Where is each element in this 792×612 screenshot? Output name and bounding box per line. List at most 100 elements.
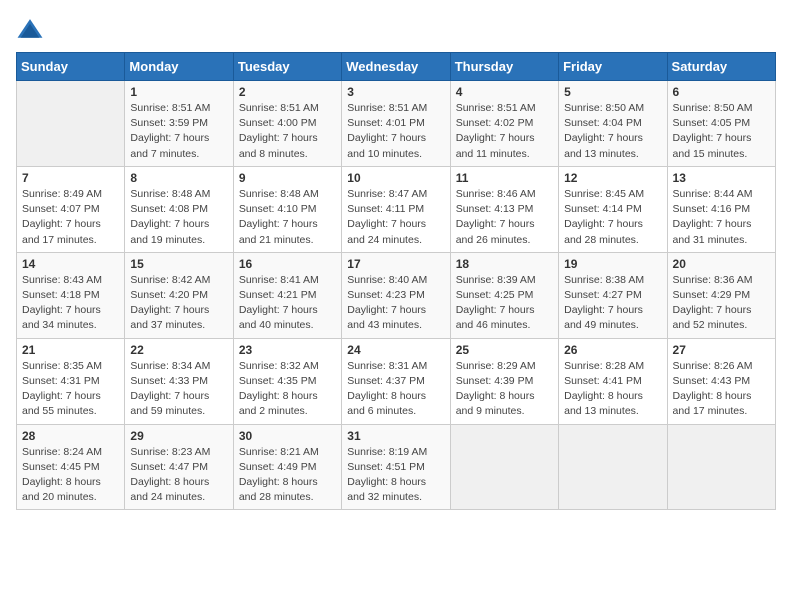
calendar-cell: 24 Sunrise: 8:31 AMSunset: 4:37 PMDayligh… xyxy=(342,338,450,424)
day-number: 15 xyxy=(130,257,227,271)
day-info: Sunrise: 8:50 AMSunset: 4:05 PMDaylight:… xyxy=(673,101,770,162)
calendar-cell: 7 Sunrise: 8:49 AMSunset: 4:07 PMDaylight… xyxy=(17,166,125,252)
calendar-cell: 29Sunrise: 8:23 AMSunset: 4:47 PMDayligh… xyxy=(125,424,233,510)
day-info: Sunrise: 8:48 AMSunset: 4:08 PMDaylight:… xyxy=(130,187,227,248)
header-wednesday: Wednesday xyxy=(342,53,450,81)
day-number: 7 xyxy=(22,171,119,185)
day-number: 10 xyxy=(347,171,444,185)
day-number: 18 xyxy=(456,257,553,271)
header-saturday: Saturday xyxy=(667,53,775,81)
calendar-cell: 18 Sunrise: 8:39 AMSunset: 4:25 PMDayligh… xyxy=(450,252,558,338)
day-info: Sunrise: 8:28 AMSunset: 4:41 PMDaylight:… xyxy=(564,359,661,420)
day-info: Sunrise: 8:41 AMSunset: 4:21 PMDaylight:… xyxy=(239,273,336,334)
days-header-row: SundayMondayTuesdayWednesdayThursdayFrid… xyxy=(17,53,776,81)
day-number: 26 xyxy=(564,343,661,357)
day-info: Sunrise: 8:39 AMSunset: 4:25 PMDaylight:… xyxy=(456,273,553,334)
day-info: Sunrise: 8:36 AMSunset: 4:29 PMDaylight:… xyxy=(673,273,770,334)
calendar-cell: 15Sunrise: 8:42 AMSunset: 4:20 PMDayligh… xyxy=(125,252,233,338)
day-info: Sunrise: 8:51 AMSunset: 4:02 PMDaylight:… xyxy=(456,101,553,162)
header-thursday: Thursday xyxy=(450,53,558,81)
day-number: 25 xyxy=(456,343,553,357)
day-number: 31 xyxy=(347,429,444,443)
day-number: 22 xyxy=(130,343,227,357)
day-number: 4 xyxy=(456,85,553,99)
day-info: Sunrise: 8:48 AMSunset: 4:10 PMDaylight:… xyxy=(239,187,336,248)
day-info: Sunrise: 8:23 AMSunset: 4:47 PMDaylight:… xyxy=(130,445,227,506)
day-number: 17 xyxy=(347,257,444,271)
header-monday: Monday xyxy=(125,53,233,81)
day-number: 21 xyxy=(22,343,119,357)
calendar-cell: 8 Sunrise: 8:48 AMSunset: 4:08 PMDaylight… xyxy=(125,166,233,252)
day-number: 1 xyxy=(130,85,227,99)
calendar-cell xyxy=(450,424,558,510)
day-info: Sunrise: 8:47 AMSunset: 4:11 PMDaylight:… xyxy=(347,187,444,248)
day-info: Sunrise: 8:44 AMSunset: 4:16 PMDaylight:… xyxy=(673,187,770,248)
day-number: 2 xyxy=(239,85,336,99)
day-info: Sunrise: 8:31 AMSunset: 4:37 PMDaylight:… xyxy=(347,359,444,420)
day-number: 13 xyxy=(673,171,770,185)
day-info: Sunrise: 8:24 AMSunset: 4:45 PMDaylight:… xyxy=(22,445,119,506)
day-number: 5 xyxy=(564,85,661,99)
week-row-5: 28 Sunrise: 8:24 AMSunset: 4:45 PMDayligh… xyxy=(17,424,776,510)
calendar-cell: 12 Sunrise: 8:45 AMSunset: 4:14 PMDayligh… xyxy=(559,166,667,252)
day-number: 27 xyxy=(673,343,770,357)
day-info: Sunrise: 8:51 AMSunset: 4:00 PMDaylight:… xyxy=(239,101,336,162)
day-number: 24 xyxy=(347,343,444,357)
day-number: 28 xyxy=(22,429,119,443)
calendar-cell: 11 Sunrise: 8:46 AMSunset: 4:13 PMDayligh… xyxy=(450,166,558,252)
calendar-cell: 22 Sunrise: 8:34 AMSunset: 4:33 PMDayligh… xyxy=(125,338,233,424)
day-number: 19 xyxy=(564,257,661,271)
calendar-cell: 9Sunrise: 8:48 AMSunset: 4:10 PMDaylight… xyxy=(233,166,341,252)
week-row-2: 7 Sunrise: 8:49 AMSunset: 4:07 PMDaylight… xyxy=(17,166,776,252)
calendar-cell: 30Sunrise: 8:21 AMSunset: 4:49 PMDayligh… xyxy=(233,424,341,510)
calendar-cell: 3 Sunrise: 8:51 AMSunset: 4:01 PMDaylight… xyxy=(342,81,450,167)
day-number: 20 xyxy=(673,257,770,271)
day-number: 12 xyxy=(564,171,661,185)
calendar-cell: 16Sunrise: 8:41 AMSunset: 4:21 PMDayligh… xyxy=(233,252,341,338)
header-friday: Friday xyxy=(559,53,667,81)
calendar-cell: 2 Sunrise: 8:51 AMSunset: 4:00 PMDaylight… xyxy=(233,81,341,167)
calendar-cell: 31 Sunrise: 8:19 AMSunset: 4:51 PMDayligh… xyxy=(342,424,450,510)
calendar-cell: 10 Sunrise: 8:47 AMSunset: 4:11 PMDayligh… xyxy=(342,166,450,252)
calendar-cell: 17 Sunrise: 8:40 AMSunset: 4:23 PMDayligh… xyxy=(342,252,450,338)
day-info: Sunrise: 8:46 AMSunset: 4:13 PMDaylight:… xyxy=(456,187,553,248)
logo xyxy=(16,16,48,44)
day-info: Sunrise: 8:43 AMSunset: 4:18 PMDaylight:… xyxy=(22,273,119,334)
day-number: 8 xyxy=(130,171,227,185)
day-info: Sunrise: 8:45 AMSunset: 4:14 PMDaylight:… xyxy=(564,187,661,248)
calendar-cell: 1 Sunrise: 8:51 AMSunset: 3:59 PMDaylight… xyxy=(125,81,233,167)
logo-icon xyxy=(16,16,44,44)
calendar-cell: 27 Sunrise: 8:26 AMSunset: 4:43 PMDayligh… xyxy=(667,338,775,424)
calendar-cell: 28 Sunrise: 8:24 AMSunset: 4:45 PMDayligh… xyxy=(17,424,125,510)
calendar-cell: 6 Sunrise: 8:50 AMSunset: 4:05 PMDaylight… xyxy=(667,81,775,167)
day-number: 23 xyxy=(239,343,336,357)
page-header xyxy=(16,16,776,44)
calendar-cell xyxy=(559,424,667,510)
day-info: Sunrise: 8:40 AMSunset: 4:23 PMDaylight:… xyxy=(347,273,444,334)
day-info: Sunrise: 8:51 AMSunset: 4:01 PMDaylight:… xyxy=(347,101,444,162)
calendar-cell xyxy=(667,424,775,510)
calendar-cell: 26 Sunrise: 8:28 AMSunset: 4:41 PMDayligh… xyxy=(559,338,667,424)
calendar-cell xyxy=(17,81,125,167)
day-info: Sunrise: 8:34 AMSunset: 4:33 PMDaylight:… xyxy=(130,359,227,420)
calendar-cell: 5Sunrise: 8:50 AMSunset: 4:04 PMDaylight… xyxy=(559,81,667,167)
day-info: Sunrise: 8:26 AMSunset: 4:43 PMDaylight:… xyxy=(673,359,770,420)
day-info: Sunrise: 8:21 AMSunset: 4:49 PMDaylight:… xyxy=(239,445,336,506)
day-info: Sunrise: 8:38 AMSunset: 4:27 PMDaylight:… xyxy=(564,273,661,334)
header-sunday: Sunday xyxy=(17,53,125,81)
calendar-cell: 19 Sunrise: 8:38 AMSunset: 4:27 PMDayligh… xyxy=(559,252,667,338)
calendar-cell: 23 Sunrise: 8:32 AMSunset: 4:35 PMDayligh… xyxy=(233,338,341,424)
day-info: Sunrise: 8:32 AMSunset: 4:35 PMDaylight:… xyxy=(239,359,336,420)
day-number: 3 xyxy=(347,85,444,99)
calendar-cell: 14 Sunrise: 8:43 AMSunset: 4:18 PMDayligh… xyxy=(17,252,125,338)
calendar-cell: 20 Sunrise: 8:36 AMSunset: 4:29 PMDayligh… xyxy=(667,252,775,338)
week-row-3: 14 Sunrise: 8:43 AMSunset: 4:18 PMDayligh… xyxy=(17,252,776,338)
week-row-4: 21 Sunrise: 8:35 AMSunset: 4:31 PMDayligh… xyxy=(17,338,776,424)
day-info: Sunrise: 8:35 AMSunset: 4:31 PMDaylight:… xyxy=(22,359,119,420)
day-info: Sunrise: 8:51 AMSunset: 3:59 PMDaylight:… xyxy=(130,101,227,162)
day-info: Sunrise: 8:19 AMSunset: 4:51 PMDaylight:… xyxy=(347,445,444,506)
day-number: 14 xyxy=(22,257,119,271)
day-number: 11 xyxy=(456,171,553,185)
day-info: Sunrise: 8:49 AMSunset: 4:07 PMDaylight:… xyxy=(22,187,119,248)
day-number: 6 xyxy=(673,85,770,99)
